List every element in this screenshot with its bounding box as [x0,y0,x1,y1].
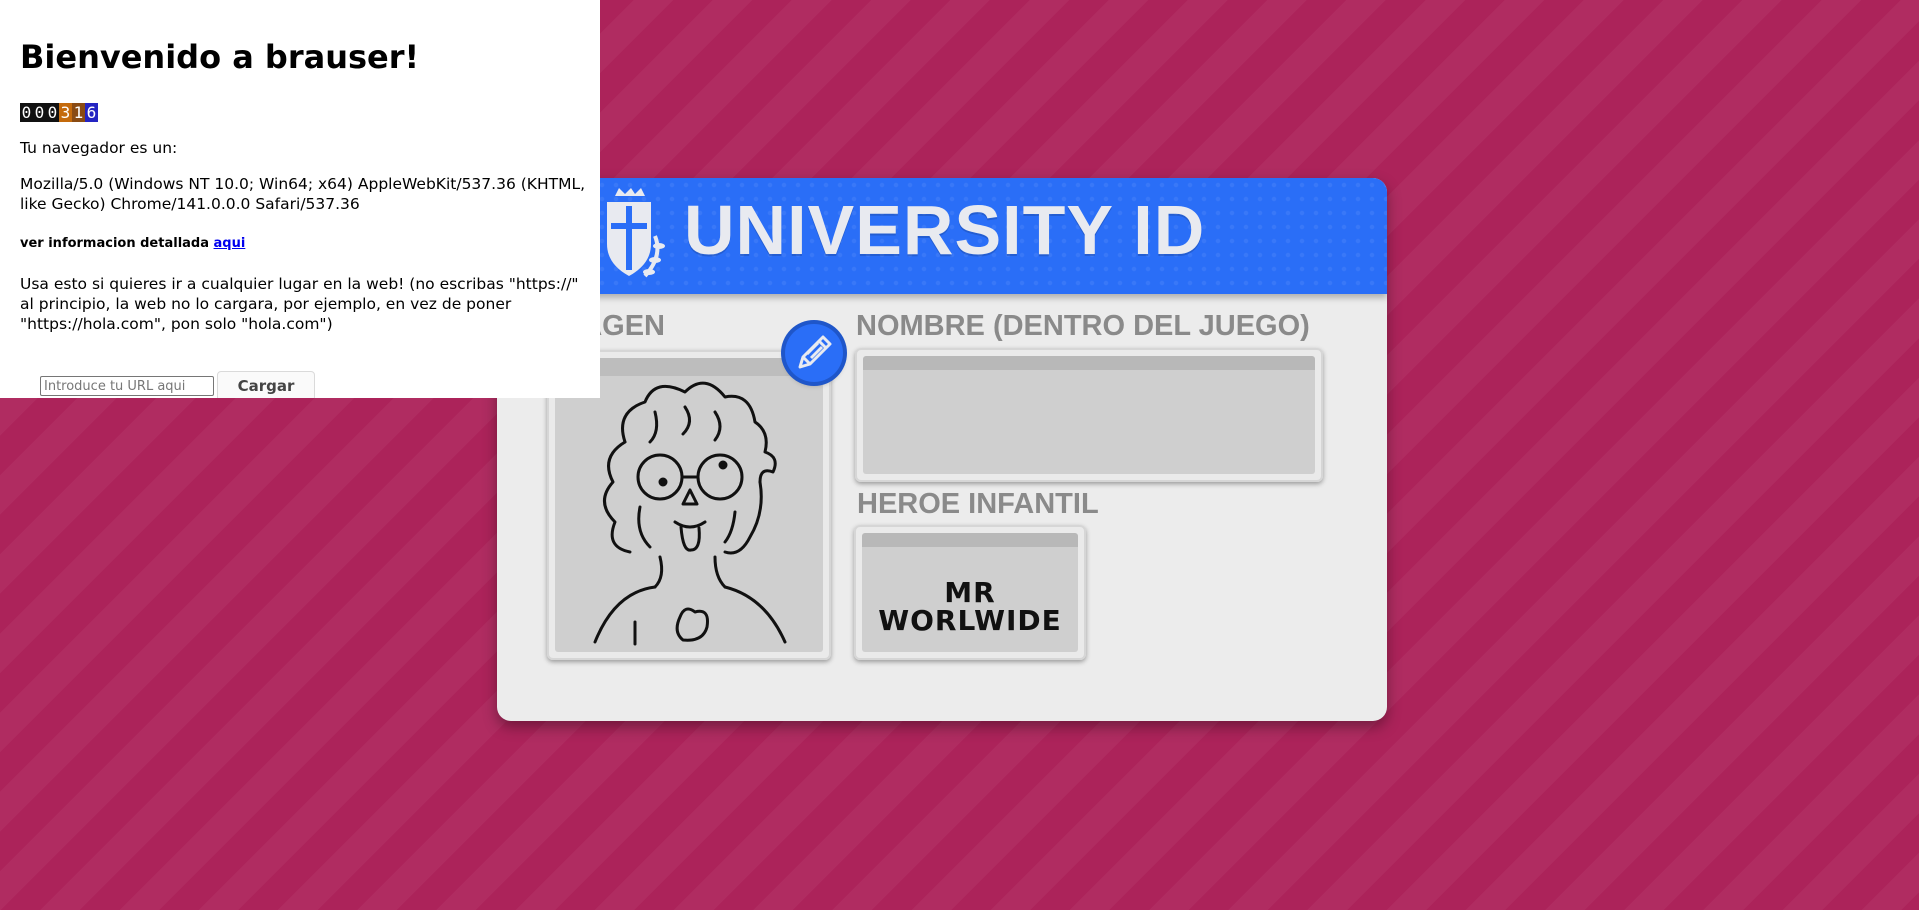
name-field-inner [863,356,1315,474]
user-agent-text: Mozilla/5.0 (Windows NT 10.0; Win64; x64… [20,175,586,213]
hero-field[interactable]: MR WORLWIDE [854,525,1086,660]
details-text: ver informacion detallada [20,236,214,251]
load-button[interactable]: Cargar [217,371,315,398]
edit-button[interactable] [785,324,843,382]
name-field[interactable] [855,348,1323,482]
hero-field-inner: MR WORLWIDE [862,533,1078,652]
instructions-text: Usa esto si quieres ir a cualquier lugar… [20,275,579,333]
university-id-card: UNIVERSITY ID IMAGEN NOMBRE (DENTRO DEL … [497,178,1387,721]
hero-name-line1: MR [944,576,996,609]
hero-name: MR WORLWIDE [862,579,1078,635]
pencil-icon [798,335,832,369]
details-line: ver informacion detallada aqui [20,234,245,254]
counter-digit: 6 [85,103,98,122]
hero-label: HEROE INFANTIL [857,488,1099,520]
browser-label: Tu navegador es un: [20,139,178,157]
welcome-heading: Bienvenido a brauser! [20,38,420,76]
hero-name-line2: WORLWIDE [878,604,1062,637]
browser-info-panel: Bienvenido a brauser! 0 0 0 3 1 6 Tu nav… [0,0,600,398]
counter-digit: 0 [20,103,33,122]
url-input[interactable] [40,376,214,396]
character-drawing [593,381,787,646]
name-label: NOMBRE (DENTRO DEL JUEGO) [856,310,1310,342]
card-header: UNIVERSITY ID [497,178,1387,294]
visit-counter: 0 0 0 3 1 6 [20,103,98,122]
counter-digit: 0 [46,103,59,122]
details-link[interactable]: aqui [214,236,246,251]
counter-digit: 0 [33,103,46,122]
profile-photo-frame [555,358,823,652]
counter-digit: 1 [72,103,85,122]
card-title: UNIVERSITY ID [684,191,1206,269]
counter-digit: 3 [59,103,72,122]
